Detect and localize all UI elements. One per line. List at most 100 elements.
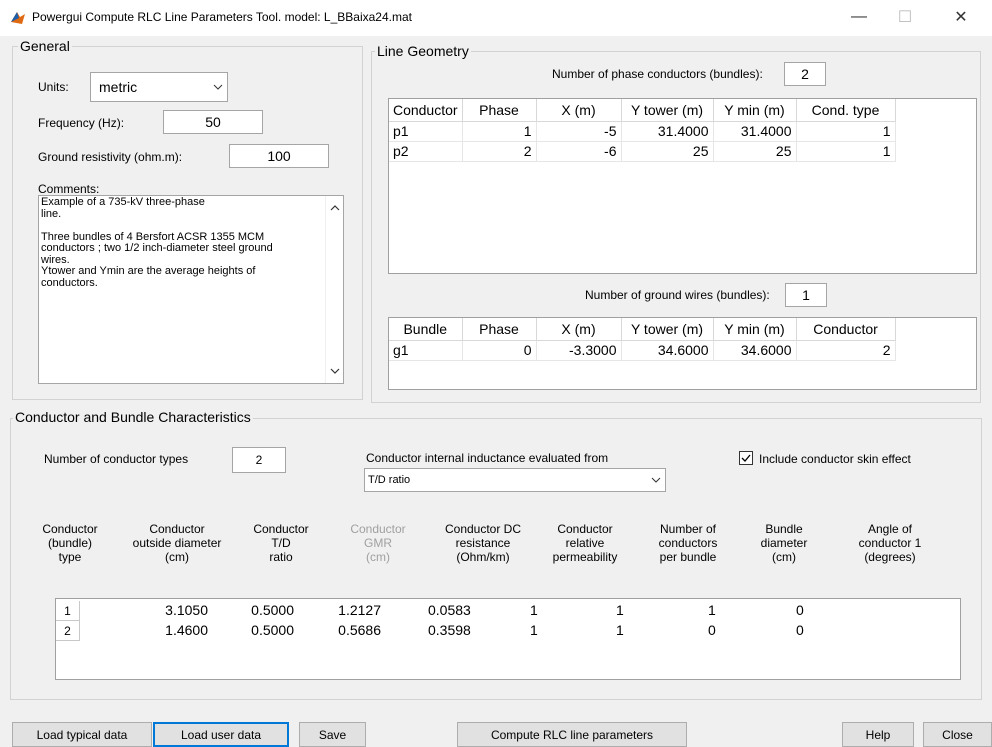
- conductor-cell[interactable]: 0.5686: [338, 622, 381, 638]
- units-dropdown[interactable]: metric: [90, 72, 228, 102]
- conductor-characteristics-table[interactable]: 1 3.1050 0.5000 1.2127 0.0583 1 1 1 0 2 1.4600 0.50…: [55, 598, 961, 680]
- row-number: 1: [56, 601, 80, 621]
- line-geometry-group-title: Line Geometry: [375, 43, 471, 59]
- chevron-down-icon: [647, 477, 665, 483]
- conductor-cell[interactable]: 1: [616, 602, 624, 618]
- load-typical-data-button[interactable]: Load typical data: [12, 722, 152, 747]
- ground-table-row[interactable]: g1 0 -3.3000 34.6000 34.6000 2: [389, 340, 896, 361]
- general-group-title: General: [18, 38, 72, 54]
- conductor-cell[interactable]: 0.5000: [251, 602, 294, 618]
- ground-table-column-header: Y tower (m): [621, 318, 714, 341]
- title-bar: Powergui Compute RLC Line Parameters Too…: [0, 0, 992, 36]
- phase-table-cell[interactable]: 25: [621, 141, 714, 162]
- conductor-cell[interactable]: 0.0583: [428, 602, 471, 618]
- phase-table-cell[interactable]: 31.4000: [713, 121, 797, 142]
- comments-scrollbar[interactable]: [325, 196, 343, 383]
- phase-table-column-header: Y tower (m): [621, 99, 714, 122]
- ground-table-column-header: X (m): [536, 318, 622, 341]
- phase-table-column-header: Conductor: [389, 99, 463, 122]
- inductance-label: Conductor internal inductance evaluated …: [366, 451, 609, 465]
- chevron-down-icon[interactable]: [330, 368, 340, 374]
- conductor-cell[interactable]: 0: [796, 622, 804, 638]
- close-window-button[interactable]: ✕: [938, 0, 984, 34]
- comments-label: Comments:: [38, 182, 100, 196]
- conductor-cell[interactable]: 1: [708, 602, 716, 618]
- phase-table-cell[interactable]: 1: [462, 121, 537, 142]
- conductor-characteristics-title: Conductor and Bundle Characteristics: [13, 409, 253, 425]
- conductor-cell[interactable]: 1: [616, 622, 624, 638]
- row-number: 2: [56, 621, 80, 641]
- maximize-button[interactable]: ☐: [882, 0, 928, 34]
- phase-table-cell[interactable]: 2: [462, 141, 537, 162]
- phase-table-cell[interactable]: 1: [796, 141, 896, 162]
- phase-table-cell[interactable]: p2: [389, 141, 463, 162]
- phase-table-cell[interactable]: -6: [536, 141, 622, 162]
- chevron-up-icon[interactable]: [330, 205, 340, 211]
- save-button[interactable]: Save: [299, 722, 366, 747]
- ground-table-cell[interactable]: 0: [462, 340, 537, 361]
- phase-table-header-row: Conductor Phase X (m) Y tower (m) Y min (m) C…: [389, 99, 896, 122]
- conductor-types-field[interactable]: 2: [232, 447, 286, 473]
- phase-conductors-table[interactable]: Conductor Phase X (m) Y tower (m) Y min (m) C…: [388, 98, 977, 274]
- ground-table-column-header: Bundle: [389, 318, 463, 341]
- checkmark-icon: [741, 454, 751, 462]
- conductor-column-header: Conductor relative permeability: [552, 522, 618, 564]
- conductor-column-header: Conductor (bundle) type: [42, 522, 98, 564]
- frequency-label: Frequency (Hz):: [38, 116, 125, 130]
- conductor-cell[interactable]: 0.5000: [251, 622, 294, 638]
- conductor-row[interactable]: 2 1.4600 0.5000 0.5686 0.3598 1 1 0 0: [56, 621, 960, 641]
- ground-resistivity-label: Ground resistivity (ohm.m):: [38, 150, 183, 164]
- window-title: Powergui Compute RLC Line Parameters Too…: [32, 10, 412, 24]
- conductor-cell[interactable]: 1: [530, 602, 538, 618]
- phase-count-label: Number of phase conductors (bundles):: [552, 67, 763, 81]
- compute-rlc-button[interactable]: Compute RLC line parameters: [457, 722, 687, 747]
- inductance-method-value: T/D ratio: [368, 474, 411, 486]
- frequency-field[interactable]: 50: [163, 110, 263, 134]
- ground-table-column-header: Y min (m): [713, 318, 797, 341]
- minimize-button[interactable]: —: [836, 0, 882, 34]
- ground-resistivity-field[interactable]: 100: [229, 144, 329, 168]
- conductor-cell[interactable]: 0.3598: [428, 622, 471, 638]
- phase-table-cell[interactable]: -5: [536, 121, 622, 142]
- phase-table-column-header: Y min (m): [713, 99, 797, 122]
- phase-table-column-header: Phase: [462, 99, 537, 122]
- phase-table-column-header: X (m): [536, 99, 622, 122]
- ground-table-cell[interactable]: 2: [796, 340, 896, 361]
- comment-line: conductors.: [41, 276, 98, 289]
- phase-table-cell[interactable]: 31.4000: [621, 121, 714, 142]
- phase-table-cell[interactable]: 25: [713, 141, 797, 162]
- phase-table-cell[interactable]: 1: [796, 121, 896, 142]
- help-button[interactable]: Help: [842, 722, 914, 747]
- load-user-data-button[interactable]: Load user data: [153, 722, 289, 747]
- comment-line: [41, 220, 321, 232]
- phase-table-cell[interactable]: p1: [389, 121, 463, 142]
- ground-table-cell[interactable]: 34.6000: [621, 340, 714, 361]
- ground-wire-count-field[interactable]: 1: [785, 283, 827, 307]
- comments-textarea[interactable]: Example of a 735-kV three-phase line. Thre…: [38, 195, 344, 384]
- conductor-cell[interactable]: 3.1050: [165, 602, 208, 618]
- ground-table-cell[interactable]: 34.6000: [713, 340, 797, 361]
- inductance-method-dropdown[interactable]: T/D ratio: [364, 468, 666, 492]
- conductor-cell[interactable]: 1.2127: [338, 602, 381, 618]
- skin-effect-checkbox[interactable]: [739, 451, 753, 465]
- phase-table-row[interactable]: p2 2 -6 25 25 1: [389, 141, 896, 162]
- ground-wires-table[interactable]: Bundle Phase X (m) Y tower (m) Y min (m) Cond…: [388, 317, 977, 390]
- units-label: Units:: [38, 80, 69, 94]
- ground-table-header-row: Bundle Phase X (m) Y tower (m) Y min (m) Cond…: [389, 318, 896, 341]
- ground-table-cell[interactable]: g1: [389, 340, 463, 361]
- ground-wire-count-label: Number of ground wires (bundles):: [585, 288, 770, 302]
- matlab-app-icon: [11, 12, 25, 24]
- conductor-cell[interactable]: 1.4600: [165, 622, 208, 638]
- phase-table-column-header: Cond. type: [796, 99, 896, 122]
- conductor-cell[interactable]: 0: [796, 602, 804, 618]
- comment-line: line.: [41, 207, 62, 220]
- conductor-column-header: Bundle diameter (cm): [760, 522, 808, 564]
- conductor-cell[interactable]: 0: [708, 622, 716, 638]
- close-button[interactable]: Close: [923, 722, 992, 747]
- phase-count-field[interactable]: 2: [784, 62, 826, 86]
- ground-table-cell[interactable]: -3.3000: [536, 340, 622, 361]
- conductor-row[interactable]: 1 3.1050 0.5000 1.2127 0.0583 1 1 1 0: [56, 601, 960, 621]
- conductor-cell[interactable]: 1: [530, 622, 538, 638]
- skin-effect-label[interactable]: Include conductor skin effect: [759, 452, 911, 466]
- phase-table-row[interactable]: p1 1 -5 31.4000 31.4000 1: [389, 121, 896, 142]
